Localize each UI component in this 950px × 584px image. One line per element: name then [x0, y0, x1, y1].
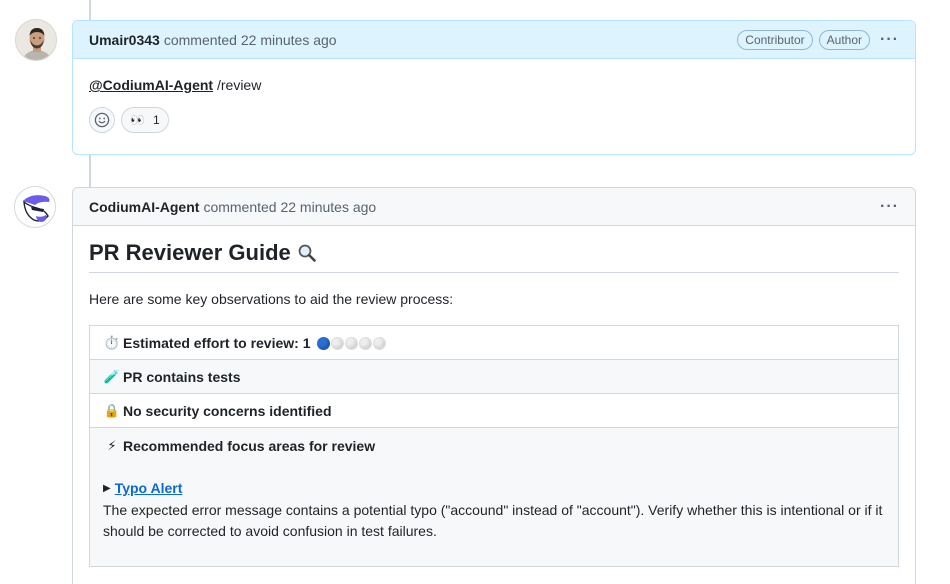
codium-logo-icon	[15, 187, 55, 227]
comment-header: CodiumAI-Agent commented 22 minutes ago …	[73, 188, 915, 226]
user-photo-icon	[16, 20, 56, 60]
comment-timestamp[interactable]: commented 22 minutes ago	[203, 199, 376, 215]
disclosure-triangle-icon[interactable]: ▶	[103, 483, 111, 494]
eyes-icon: 👀	[130, 113, 145, 127]
comment-header: Umair0343 commented 22 minutes ago Contr…	[73, 21, 915, 59]
timeline-line	[89, 0, 91, 20]
security-row: 🔒 No security concerns identified	[90, 394, 898, 428]
magnifier-icon	[298, 244, 316, 262]
guide-title: PR Reviewer Guide	[89, 240, 291, 265]
effort-dot-filled	[316, 337, 330, 351]
reaction-count: 1	[152, 113, 160, 127]
effort-dot-empty	[344, 337, 358, 351]
typo-alert-summary[interactable]: ▶ Typo Alert	[103, 480, 885, 496]
security-label: No security concerns identified	[123, 402, 332, 419]
effort-dot-empty	[372, 337, 386, 351]
smiley-icon	[94, 112, 110, 128]
review-guide-table: ⏱️ Estimated effort to review: 1 🧪 PR co…	[89, 325, 899, 567]
focus-areas-row: ⚡ Recommended focus areas for review ▶ T…	[90, 428, 898, 566]
eyes-reaction-button[interactable]: 👀 1	[121, 107, 169, 133]
lightning-icon: ⚡	[107, 438, 117, 453]
comment-card: Umair0343 commented 22 minutes ago Contr…	[72, 20, 916, 155]
lock-icon: 🔒	[103, 402, 121, 418]
tests-row: 🧪 PR contains tests	[90, 360, 898, 394]
comment-author[interactable]: CodiumAI-Agent	[89, 199, 199, 215]
comment-author[interactable]: Umair0343	[89, 32, 160, 48]
effort-score-dots	[316, 335, 386, 351]
effort-dot-empty	[358, 337, 372, 351]
effort-label: Estimated effort to review: 1	[123, 334, 311, 351]
more-options-icon[interactable]: ···	[880, 198, 899, 214]
comment-card: CodiumAI-Agent commented 22 minutes ago …	[72, 187, 916, 584]
typo-alert-description: The expected error message contains a po…	[103, 502, 883, 539]
focus-label: Recommended focus areas for review	[123, 438, 376, 454]
avatar-codiumai-agent[interactable]	[14, 186, 56, 228]
test-tube-icon: 🧪	[103, 368, 121, 384]
avatar-umair0343[interactable]	[15, 19, 57, 61]
guide-heading: PR Reviewer Guide	[89, 240, 899, 273]
timeline-line	[89, 155, 91, 188]
add-reaction-button[interactable]	[89, 107, 115, 133]
tests-label: PR contains tests	[123, 368, 241, 385]
intro-text: Here are some key observations to aid th…	[89, 291, 454, 307]
mention-link[interactable]: @CodiumAI-Agent	[89, 77, 213, 93]
comment-text: /review	[213, 77, 262, 93]
comment-body: @CodiumAI-Agent /review	[89, 77, 899, 93]
reactions-bar: 👀 1	[89, 107, 899, 133]
contributor-badge: Contributor	[737, 29, 813, 50]
effort-dot-empty	[330, 337, 344, 351]
effort-row: ⏱️ Estimated effort to review: 1	[90, 326, 898, 360]
comment-timestamp[interactable]: commented 22 minutes ago	[164, 32, 337, 48]
typo-alert-link[interactable]: Typo Alert	[115, 480, 183, 496]
more-options-icon[interactable]: ···	[880, 31, 899, 47]
author-badge: Author	[818, 29, 871, 50]
stopwatch-icon: ⏱️	[103, 334, 121, 350]
